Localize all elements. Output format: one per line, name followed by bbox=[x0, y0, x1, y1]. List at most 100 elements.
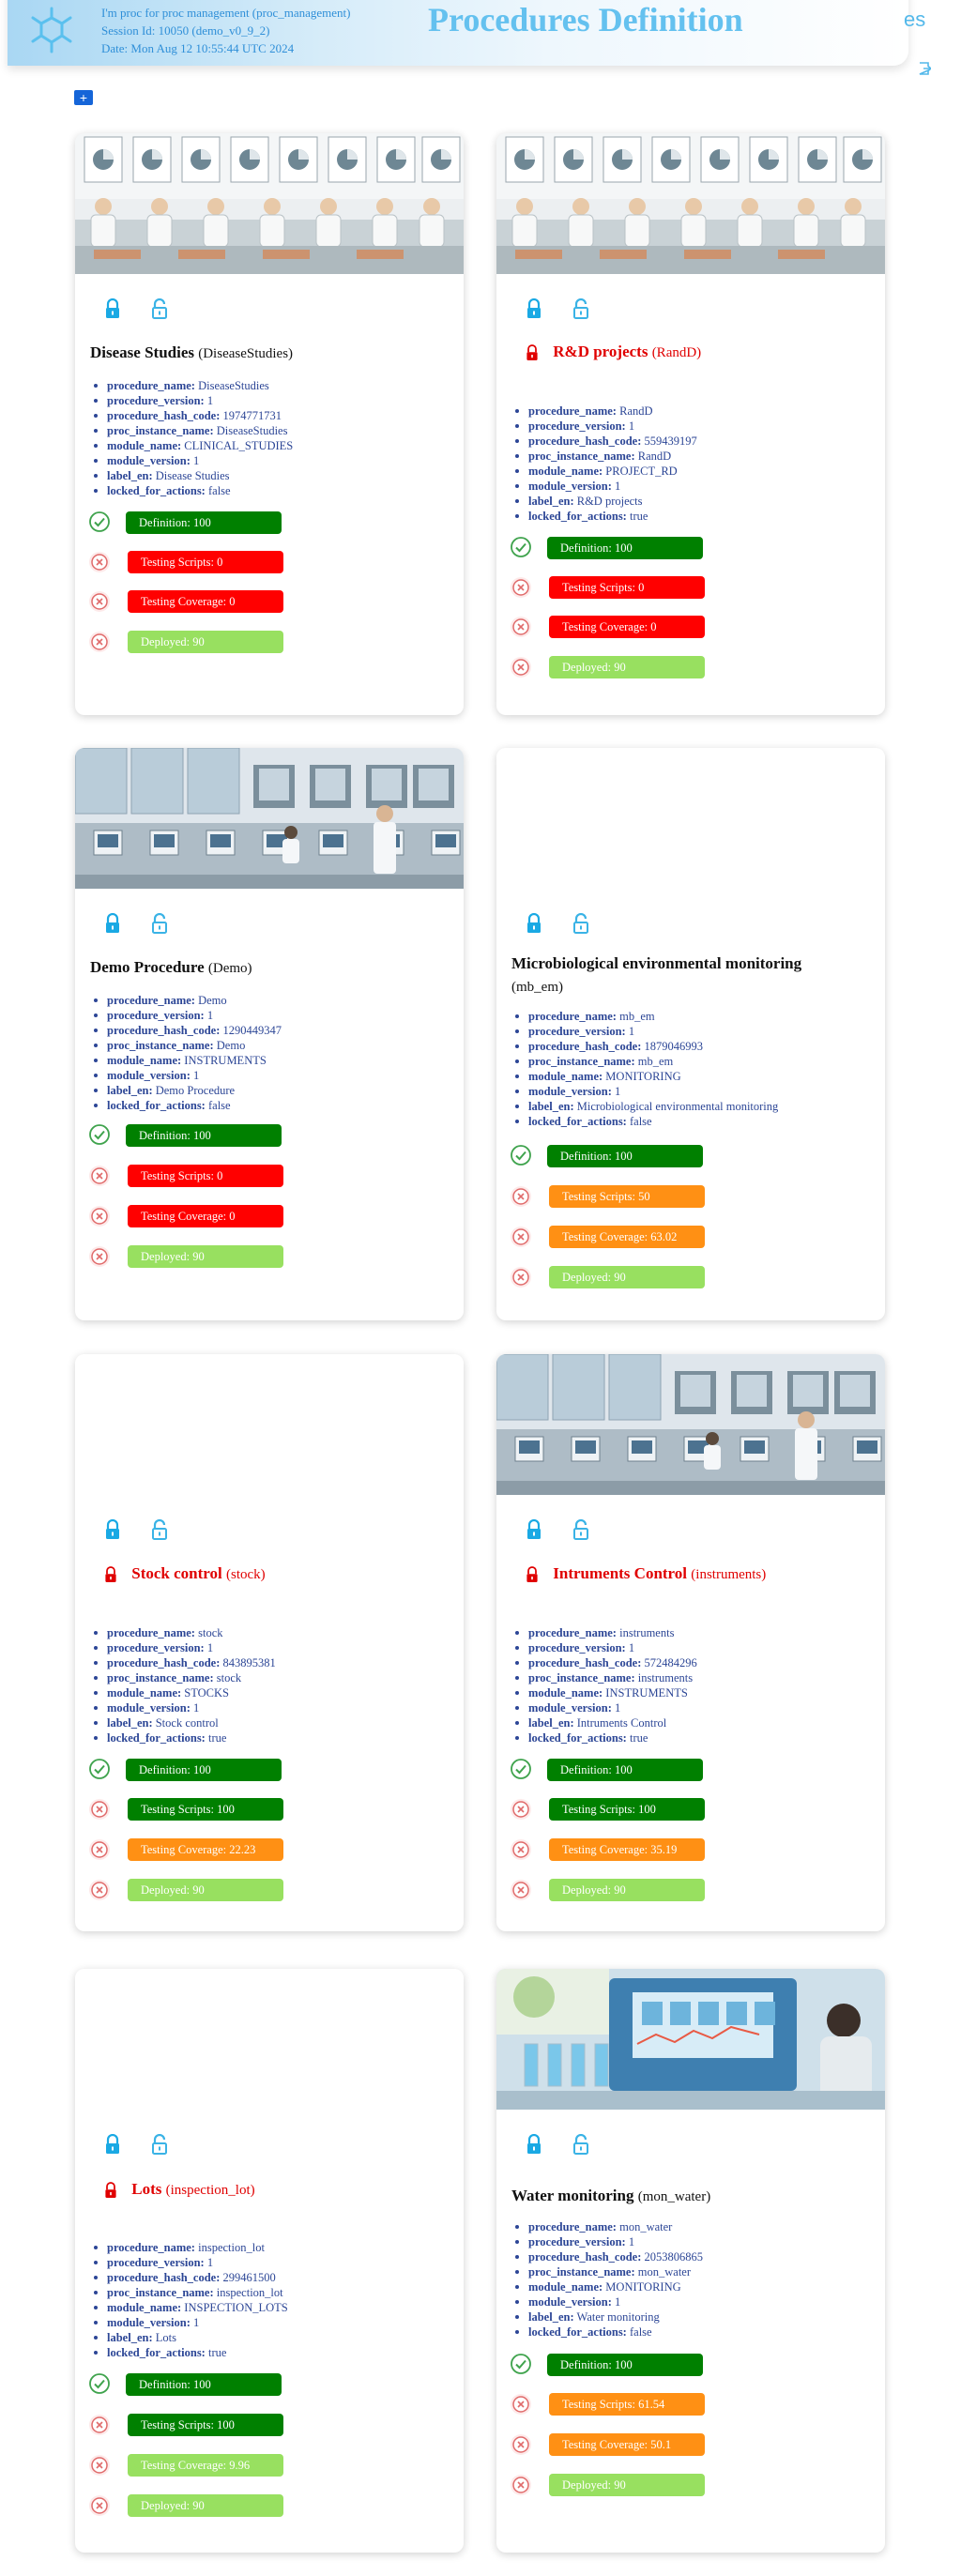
x-circle-icon[interactable] bbox=[510, 1798, 532, 1821]
property-value: mb_em bbox=[619, 1010, 655, 1023]
property-item: proc_instance_name: Demo bbox=[94, 1038, 282, 1053]
lock-icon[interactable] bbox=[525, 912, 543, 934]
property-item: module_version: 1 bbox=[94, 2315, 288, 2330]
procedure-card[interactable]: Intruments Control (instruments) procedu… bbox=[496, 1354, 885, 1931]
deployed-badge: Deployed: 90 bbox=[549, 656, 705, 678]
procedure-card[interactable]: Disease Studies (DiseaseStudies) procedu… bbox=[75, 133, 464, 715]
x-circle-icon[interactable] bbox=[88, 2494, 111, 2517]
property-key: procedure_version: bbox=[107, 1641, 205, 1654]
unlock-icon[interactable] bbox=[150, 1518, 169, 1540]
x-circle-icon[interactable] bbox=[510, 1226, 532, 1248]
check-circle-icon[interactable] bbox=[510, 1144, 532, 1166]
x-circle-icon[interactable] bbox=[88, 590, 111, 613]
metric-deployed: Deployed: 90 bbox=[88, 1878, 370, 1902]
metric-deployed: Deployed: 90 bbox=[510, 655, 791, 679]
procedure-card[interactable]: R&D projects (RandD) procedure_name: Ran… bbox=[496, 133, 885, 715]
scripts-badge: Testing Scripts: 0 bbox=[128, 551, 283, 573]
property-item: procedure_version: 1 bbox=[94, 1008, 282, 1023]
x-circle-icon[interactable] bbox=[510, 2433, 532, 2456]
unlock-icon[interactable] bbox=[150, 297, 169, 319]
property-value: 1290449347 bbox=[222, 1024, 282, 1037]
unlock-icon[interactable] bbox=[572, 912, 590, 934]
logout-icon[interactable] bbox=[918, 62, 931, 75]
x-circle-icon[interactable] bbox=[510, 656, 532, 678]
property-value: instruments bbox=[637, 1671, 694, 1684]
procedure-properties: procedure_name: instruments procedure_ver… bbox=[515, 1625, 697, 1745]
unlock-icon[interactable] bbox=[150, 2133, 169, 2155]
property-key: procedure_hash_code: bbox=[528, 2250, 642, 2264]
procedure-card[interactable]: Demo Procedure (Demo) procedure_name: De… bbox=[75, 748, 464, 1320]
property-item: locked_for_actions: false bbox=[515, 2324, 703, 2340]
property-value: stock bbox=[198, 1626, 223, 1639]
property-key: module_name: bbox=[528, 1070, 603, 1083]
property-key: procedure_hash_code: bbox=[107, 2271, 221, 2284]
property-item: module_name: MONITORING bbox=[515, 2279, 703, 2294]
procedure-image bbox=[496, 748, 885, 889]
property-value: STOCKS bbox=[184, 1686, 230, 1700]
x-circle-icon[interactable] bbox=[88, 1879, 111, 1901]
x-circle-icon[interactable] bbox=[510, 616, 532, 638]
procedure-card[interactable]: Microbiological environmental monitoring… bbox=[496, 748, 885, 1320]
property-key: module_version: bbox=[107, 1069, 191, 1082]
language-switch[interactable]: es bbox=[904, 8, 925, 32]
x-circle-icon[interactable] bbox=[510, 2474, 532, 2496]
x-circle-icon[interactable] bbox=[510, 1185, 532, 1208]
lock-icon[interactable] bbox=[525, 2133, 543, 2155]
x-circle-icon[interactable] bbox=[88, 1205, 111, 1227]
property-value: PROJECT_RD bbox=[605, 465, 678, 478]
property-value: Microbiological environmental monitoring bbox=[576, 1100, 779, 1113]
property-value: MONITORING bbox=[605, 1070, 681, 1083]
add-procedure-button[interactable]: + bbox=[74, 90, 93, 105]
property-value: 572484296 bbox=[644, 1656, 697, 1669]
x-circle-icon[interactable] bbox=[88, 1245, 111, 1268]
property-key: procedure_version: bbox=[107, 394, 205, 407]
procedure-card[interactable]: Stock control (stock) procedure_name: st… bbox=[75, 1354, 464, 1931]
check-circle-icon[interactable] bbox=[88, 2372, 111, 2395]
metric-deployed: Deployed: 90 bbox=[510, 1265, 791, 1289]
check-circle-icon[interactable] bbox=[510, 2353, 532, 2375]
x-circle-icon[interactable] bbox=[88, 1165, 111, 1187]
x-circle-icon[interactable] bbox=[510, 1879, 532, 1901]
deployed-badge: Deployed: 90 bbox=[128, 631, 283, 653]
procedure-title: Microbiological environmental monitoring… bbox=[511, 953, 849, 998]
x-circle-icon[interactable] bbox=[88, 1838, 111, 1861]
lock-icon[interactable] bbox=[103, 297, 122, 319]
property-item: procedure_name: stock bbox=[94, 1625, 276, 1640]
property-item: procedure_hash_code: 2053806865 bbox=[515, 2249, 703, 2264]
unlock-icon[interactable] bbox=[572, 297, 590, 319]
lock-icon[interactable] bbox=[103, 912, 122, 934]
lock-icon[interactable] bbox=[525, 297, 543, 319]
property-item: locked_for_actions: true bbox=[94, 2345, 288, 2360]
property-value: 1 bbox=[615, 480, 621, 493]
property-key: procedure_version: bbox=[107, 2256, 205, 2269]
check-circle-icon[interactable] bbox=[88, 511, 111, 533]
check-circle-icon[interactable] bbox=[88, 1758, 111, 1780]
unlock-icon[interactable] bbox=[572, 2133, 590, 2155]
check-circle-icon[interactable] bbox=[510, 1758, 532, 1780]
x-circle-icon[interactable] bbox=[510, 1838, 532, 1861]
property-value: 1 bbox=[193, 454, 200, 467]
procedure-card[interactable]: Water monitoring (mon_water) procedure_n… bbox=[496, 1969, 885, 2553]
lock-icon[interactable] bbox=[103, 1518, 122, 1540]
scripts-badge: Testing Scripts: 61.54 bbox=[549, 2393, 705, 2416]
procedure-card[interactable]: Lots (inspection_lot) procedure_name: in… bbox=[75, 1969, 464, 2553]
x-circle-icon[interactable] bbox=[88, 2414, 111, 2436]
metric-coverage: Testing Coverage: 0 bbox=[510, 615, 791, 639]
lock-icon[interactable] bbox=[103, 2133, 122, 2155]
metric-definition: Definition: 100 bbox=[88, 2371, 370, 2396]
x-circle-icon[interactable] bbox=[510, 2393, 532, 2416]
x-circle-icon[interactable] bbox=[88, 2454, 111, 2477]
procedure-code: (mb_em) bbox=[511, 980, 563, 995]
x-circle-icon[interactable] bbox=[88, 631, 111, 653]
x-circle-icon[interactable] bbox=[88, 551, 111, 573]
lock-icon[interactable] bbox=[525, 1518, 543, 1540]
x-circle-icon[interactable] bbox=[510, 576, 532, 599]
property-item: module_version: 1 bbox=[93, 453, 293, 468]
unlock-icon[interactable] bbox=[572, 1518, 590, 1540]
check-circle-icon[interactable] bbox=[510, 536, 532, 558]
x-circle-icon[interactable] bbox=[88, 1798, 111, 1821]
x-circle-icon[interactable] bbox=[510, 1266, 532, 1288]
check-circle-icon[interactable] bbox=[88, 1123, 111, 1146]
property-value: 1 bbox=[193, 2316, 200, 2329]
unlock-icon[interactable] bbox=[150, 912, 169, 934]
